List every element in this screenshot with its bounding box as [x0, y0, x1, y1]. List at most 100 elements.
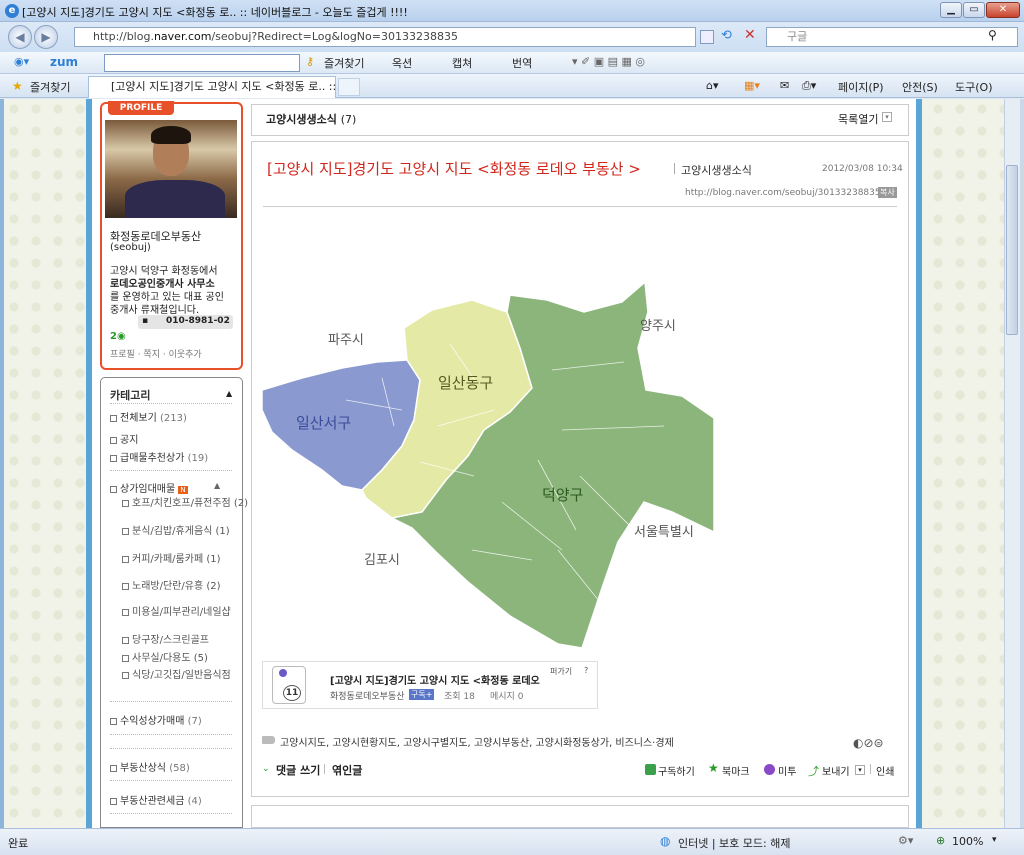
new-tab-button[interactable] — [338, 78, 360, 96]
tag-icon — [262, 736, 275, 744]
stop-icon[interactable]: ✕ — [744, 27, 756, 43]
metoo-icon[interactable] — [764, 764, 775, 775]
category-item-all[interactable]: 전체보기 (213) — [110, 409, 187, 424]
scrollbar-thumb[interactable] — [1006, 165, 1018, 335]
zum-search-input[interactable] — [104, 54, 300, 72]
zum-translate[interactable]: 번역 — [512, 55, 532, 71]
like-hand-icon[interactable]: 11 — [272, 666, 306, 704]
zum-capture[interactable]: 캡쳐 — [452, 55, 472, 71]
widget-help-icon[interactable]: ? — [584, 666, 588, 675]
category-item-urgent[interactable]: 급매물추천상가 (19) — [110, 449, 208, 464]
subcategory-item[interactable]: 사무실/다용도 (5) — [122, 652, 208, 665]
home-icon[interactable]: ⌂▾ — [706, 79, 719, 92]
goyang-map-svg: 파주시 양주시 일산서구 일산동구 덕양구 김포시 서울특별시 — [261, 280, 715, 649]
profile-phone: 010-8981-02 — [166, 316, 230, 326]
category-item-knowledge[interactable]: 부동산상식 (58) — [110, 759, 190, 774]
send-dropdown-icon[interactable]: ▾ — [855, 765, 865, 775]
post-tags[interactable]: 고양시지도, 고양시현황지도, 고양시구별지도, 고양시부동산, 고양시화정동상… — [280, 734, 674, 749]
zum-favorites[interactable]: 즐겨찾기 — [324, 55, 364, 71]
bookmark-button[interactable]: 북마크 — [722, 763, 750, 778]
safety-menu[interactable]: 안전(S) — [902, 79, 938, 95]
forward-button[interactable]: ▶ — [34, 25, 58, 49]
widget-title[interactable]: [고양시 지도]경기도 고양시 지도 <화정동 로데오 — [330, 672, 540, 687]
tools-menu[interactable]: 도구(O) — [955, 79, 992, 95]
bookmark-icon[interactable]: ★ — [708, 761, 719, 775]
divider — [110, 780, 232, 781]
widget-author[interactable]: 화정동로데오부동산 — [330, 689, 405, 702]
zoom-icon[interactable]: ⊕ — [936, 834, 945, 847]
profile-links[interactable]: 프로필 · 쪽지 · 이웃추가 — [110, 347, 202, 360]
post-permalink[interactable]: http://blog.naver.com/seobuj/30133238835 — [685, 188, 881, 198]
subscribe-icon[interactable] — [645, 764, 656, 775]
subcategory-item[interactable]: 노래방/단란/유흥 (2) — [122, 580, 220, 593]
subcategory-item[interactable]: 식당/고깃집/일반음식점 — [122, 669, 231, 682]
comment-button[interactable]: 댓글 쓰기 — [276, 762, 320, 778]
search-input[interactable]: 구글 — [766, 27, 1018, 47]
security-zone[interactable]: 인터넷 | 보호 모드: 해제 — [678, 835, 790, 851]
divider — [110, 403, 232, 404]
send-icon[interactable]: ⤴ — [808, 763, 819, 779]
subscribe-button[interactable]: 구독하기 — [658, 763, 695, 778]
feeds-icon[interactable]: ▦▾ — [744, 79, 760, 92]
window-title-bar: e [고양시 지도]경기도 고양시 지도 <화정동 로.. :: 네이버블로그 … — [0, 0, 1024, 22]
close-button[interactable]: ✕ — [986, 2, 1020, 18]
list-toggle-icon[interactable]: ▾ — [882, 112, 892, 122]
zum-auction[interactable]: 옥션 — [392, 55, 412, 71]
category-item-tax[interactable]: 부동산관련세금 (4) — [110, 792, 202, 807]
post-category-link[interactable]: 고양시생생소식 — [681, 162, 752, 178]
widget-embed-link[interactable]: 퍼가기 — [550, 666, 572, 677]
favorites-label[interactable]: 즐겨찾기 — [30, 79, 70, 95]
copy-link-button[interactable]: 복사 — [878, 187, 897, 198]
zoom-level[interactable]: 100% — [952, 835, 983, 848]
back-button[interactable]: ◀ — [8, 25, 32, 49]
address-row: ◀ ▶ http://blog.naver.com/seobuj?Redirec… — [0, 22, 1024, 52]
zoom-dropdown-icon[interactable]: ▾ — [992, 835, 997, 845]
print-button[interactable]: 인쇄 — [876, 763, 894, 778]
map-label-gimpo: 김포시 — [364, 553, 400, 568]
subcategory-item[interactable]: 커피/카페/룸카페 (1) — [122, 553, 220, 566]
map-label-deogyang: 덕양구 — [542, 486, 583, 504]
widget-views: 조회 18 — [444, 692, 475, 702]
favorites-star-icon[interactable]: ★ — [12, 79, 23, 93]
category-item-rental[interactable]: 상가임대매물 N — [110, 480, 188, 495]
address-input[interactable]: http://blog.naver.com/seobuj?Redirect=Lo… — [74, 27, 696, 47]
category-item-investment[interactable]: 수익성상가매매 (7) — [110, 712, 202, 727]
compat-view-icon[interactable] — [700, 30, 714, 44]
list-toggle[interactable]: 목록열기 — [838, 111, 878, 127]
refresh-icon[interactable]: ⟲ — [721, 28, 732, 43]
print-icon[interactable]: ⎙▾ — [802, 79, 816, 93]
finger-dot — [279, 669, 287, 677]
action-divider — [870, 764, 871, 774]
category-item-notice[interactable]: 공지 — [110, 431, 138, 446]
page-menu[interactable]: 페이지(P) — [838, 79, 884, 95]
browser-tab[interactable]: [고양시 지도]경기도 고양시 지도 <화정동 로.. :: 네... — [88, 76, 336, 98]
rental-collapse-icon[interactable]: ▲ — [214, 481, 220, 490]
goyang-map-image: 파주시 양주시 일산서구 일산동구 덕양구 김포시 서울특별시 — [261, 250, 716, 660]
divider — [110, 470, 232, 471]
license-icons[interactable]: ◐⊘⊜ — [853, 736, 884, 750]
profile-photo[interactable] — [105, 120, 237, 218]
category-title: 카테고리 — [110, 389, 151, 402]
send-button[interactable]: 보내기 — [822, 763, 850, 778]
trackback-button[interactable]: 엮인글 — [332, 762, 362, 778]
subcategory-item[interactable]: 분식/김밥/휴게음식 (1) — [122, 525, 230, 538]
category-collapse-icon[interactable]: ▲ — [226, 389, 232, 398]
search-icon[interactable]: ⚲ — [988, 28, 997, 42]
key-icon[interactable]: ⚷ — [306, 55, 314, 68]
mail-icon[interactable]: ✉ — [780, 79, 789, 92]
popup-blocker-icon[interactable]: ⚙▾ — [898, 834, 913, 847]
phone-call-icon[interactable]: 2◉ — [110, 331, 126, 342]
comment-toggle-icon[interactable]: ⌄ — [262, 764, 270, 774]
restore-button[interactable]: ▭ — [963, 2, 985, 18]
divider — [110, 701, 232, 702]
subcategory-item[interactable]: 호프/치킨호프/퓨전주점 (2) — [122, 497, 248, 510]
toolbar-menu-icon[interactable]: ◉▾ — [14, 55, 29, 68]
widget-subscribe-button[interactable]: 구독+ — [409, 689, 435, 700]
minimize-button[interactable]: ▁ — [940, 2, 962, 18]
widget-memo: 메시지 0 — [490, 692, 524, 702]
subcategory-item[interactable]: 미용실/피부관리/네일샵 — [122, 606, 231, 619]
post-category-title[interactable]: 고양시생생소식 (7) — [266, 111, 356, 127]
subcategory-item[interactable]: 당구장/스크린골프 — [122, 634, 209, 647]
zum-extra-icons[interactable]: ▾ ✐ ▣ ▤ ▦ ◎ — [572, 55, 645, 68]
metoo-button[interactable]: 미투 — [778, 763, 796, 778]
